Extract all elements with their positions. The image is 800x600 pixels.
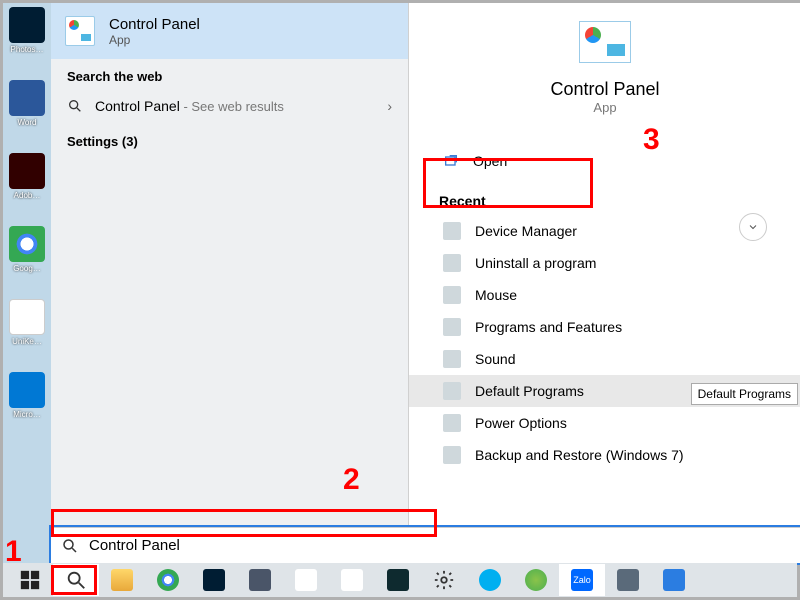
- recent-item-device-manager[interactable]: Device Manager: [439, 215, 771, 247]
- best-match-title: Control Panel: [109, 16, 200, 33]
- open-action[interactable]: Open: [439, 143, 771, 179]
- chevron-down-icon: [747, 221, 759, 233]
- recent-item-uninstall[interactable]: Uninstall a program: [439, 247, 771, 279]
- control-panel-icon: [65, 16, 95, 46]
- desktop-icon-unikey[interactable]: UniKe…: [6, 299, 48, 354]
- taskbar-paint[interactable]: [513, 564, 559, 596]
- best-match-row[interactable]: Control Panel App: [51, 3, 408, 59]
- desktop-icon-chrome[interactable]: Goog…: [6, 226, 48, 281]
- settings-header[interactable]: Settings (3): [51, 124, 408, 153]
- taskbar-filmora[interactable]: [375, 564, 421, 596]
- search-icon: [67, 98, 83, 114]
- control-panel-icon: [579, 21, 631, 63]
- web-item-suffix: - See web results: [180, 99, 284, 114]
- expand-button[interactable]: [739, 213, 767, 241]
- detail-actions: Open Recent Device Manager Uninstall a p…: [409, 143, 800, 471]
- recent-item-power-options[interactable]: Power Options: [439, 407, 771, 439]
- best-match-subtitle: App: [109, 33, 200, 47]
- search-web-row[interactable]: Control Panel - See web results ›: [51, 88, 408, 124]
- taskbar: Zalo: [3, 563, 797, 597]
- taskbar-search-button[interactable]: [53, 564, 99, 596]
- search-results-panel: Control Panel App Search the web Control…: [51, 3, 409, 533]
- taskbar-calculator[interactable]: [237, 564, 283, 596]
- detail-title: Control Panel: [550, 79, 659, 100]
- desktop-icon-edge[interactable]: Micro…: [6, 372, 48, 427]
- taskbar-contact[interactable]: [651, 564, 697, 596]
- desktop-icons: Photos… Word Adob… Goog… UniKe… Micro…: [3, 3, 51, 597]
- taskbar-chrome[interactable]: [145, 564, 191, 596]
- web-item-label: Control Panel: [95, 98, 180, 114]
- taskbar-office[interactable]: [283, 564, 329, 596]
- desktop-icon-photoshop[interactable]: Photos…: [6, 7, 48, 62]
- desktop-icon-word[interactable]: Word: [6, 80, 48, 135]
- taskbar-projector[interactable]: [605, 564, 651, 596]
- tooltip: Default Programs: [691, 383, 798, 405]
- open-icon: [443, 153, 459, 169]
- detail-subtitle: App: [593, 100, 616, 115]
- recent-header: Recent: [439, 179, 771, 215]
- search-bar[interactable]: [51, 527, 800, 563]
- result-detail-panel: Control Panel App Open Recent Device Man…: [409, 3, 800, 533]
- recent-item-programs-features[interactable]: Programs and Features: [439, 311, 771, 343]
- start-button[interactable]: [7, 564, 53, 596]
- desktop-icon-illustrator[interactable]: Adob…: [6, 153, 48, 208]
- search-icon: [61, 537, 79, 555]
- recent-item-mouse[interactable]: Mouse: [439, 279, 771, 311]
- taskbar-skype[interactable]: [467, 564, 513, 596]
- search-web-header: Search the web: [51, 59, 408, 88]
- recent-item-sound[interactable]: Sound: [439, 343, 771, 375]
- taskbar-settings[interactable]: [421, 564, 467, 596]
- open-label: Open: [473, 153, 507, 169]
- chevron-right-icon: ›: [387, 98, 392, 114]
- taskbar-zalo[interactable]: Zalo: [559, 564, 605, 596]
- search-input[interactable]: [89, 537, 800, 554]
- taskbar-explorer[interactable]: [99, 564, 145, 596]
- taskbar-snip[interactable]: [329, 564, 375, 596]
- taskbar-photoshop[interactable]: [191, 564, 237, 596]
- recent-item-backup-restore[interactable]: Backup and Restore (Windows 7): [439, 439, 771, 471]
